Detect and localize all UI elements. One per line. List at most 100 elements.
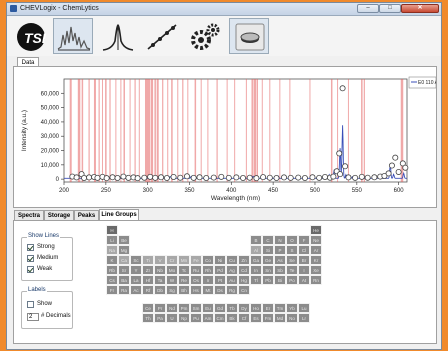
- element-cell-md[interactable]: Md: [274, 313, 286, 323]
- logo-button[interactable]: TSI: [11, 18, 51, 54]
- peak-button[interactable]: [97, 18, 137, 54]
- element-cell-cu[interactable]: Cu: [226, 255, 238, 265]
- element-cell-si[interactable]: Si: [262, 245, 274, 255]
- element-cell-xe[interactable]: Xe: [310, 265, 322, 275]
- element-cell-au[interactable]: Au: [226, 275, 238, 285]
- element-cell-al[interactable]: Al: [250, 245, 262, 255]
- element-cell-br[interactable]: Br: [298, 255, 310, 265]
- tab-line-groups[interactable]: Line Groups: [99, 209, 139, 220]
- element-cell-ca[interactable]: Ca: [118, 255, 130, 265]
- element-cell-f[interactable]: F: [298, 235, 310, 245]
- element-cell-zr[interactable]: Zr: [142, 265, 154, 275]
- element-cell-as[interactable]: As: [274, 255, 286, 265]
- element-cell-am[interactable]: Am: [202, 313, 214, 323]
- minimize-button[interactable]: –: [357, 4, 379, 13]
- maximize-button[interactable]: □: [379, 4, 401, 13]
- element-cell-h[interactable]: H: [106, 225, 118, 235]
- element-cell-sc[interactable]: Sc: [130, 255, 142, 265]
- element-cell-b[interactable]: B: [250, 235, 262, 245]
- element-cell-no[interactable]: No: [286, 313, 298, 323]
- element-cell-fm[interactable]: Fm: [262, 313, 274, 323]
- weak-checkbox[interactable]: [27, 266, 34, 273]
- element-cell-cn[interactable]: Cn: [238, 285, 250, 295]
- element-cell-rn[interactable]: Rn: [310, 275, 322, 285]
- element-cell-i[interactable]: I: [298, 265, 310, 275]
- element-cell-k[interactable]: K: [106, 255, 118, 265]
- element-cell-pr[interactable]: Pr: [154, 303, 166, 313]
- element-cell-ac[interactable]: Ac: [130, 285, 142, 295]
- element-cell-ni[interactable]: Ni: [214, 255, 226, 265]
- element-cell-fr[interactable]: Fr: [106, 285, 118, 295]
- element-cell-rh[interactable]: Rh: [202, 265, 214, 275]
- element-cell-ag[interactable]: Ag: [226, 265, 238, 275]
- settings-button[interactable]: [185, 18, 225, 54]
- element-cell-zn[interactable]: Zn: [238, 255, 250, 265]
- element-cell-rg[interactable]: Rg: [226, 285, 238, 295]
- element-cell-pb[interactable]: Pb: [262, 275, 274, 285]
- element-cell-pd[interactable]: Pd: [214, 265, 226, 275]
- tab-spectra[interactable]: Spectra: [14, 210, 44, 220]
- element-cell-hs[interactable]: Hs: [190, 285, 202, 295]
- element-cell-te[interactable]: Te: [286, 265, 298, 275]
- element-cell-cr[interactable]: Cr: [166, 255, 178, 265]
- sample-button[interactable]: [229, 18, 269, 54]
- element-cell-yb[interactable]: Yb: [286, 303, 298, 313]
- element-cell-cs[interactable]: Cs: [106, 275, 118, 285]
- element-cell-o[interactable]: O: [286, 235, 298, 245]
- title-bar[interactable]: CHEVLogix - ChemLytics – □ ✕: [7, 3, 441, 16]
- element-cell-ir[interactable]: Ir: [202, 275, 214, 285]
- element-cell-ce[interactable]: Ce: [142, 303, 154, 313]
- element-cell-sm[interactable]: Sm: [190, 303, 202, 313]
- element-cell-sn[interactable]: Sn: [262, 265, 274, 275]
- element-cell-tc[interactable]: Tc: [178, 265, 190, 275]
- element-cell-bk[interactable]: Bk: [226, 313, 238, 323]
- element-cell-pm[interactable]: Pm: [178, 303, 190, 313]
- element-cell-dy[interactable]: Dy: [238, 303, 250, 313]
- element-cell-lu[interactable]: Lu: [298, 303, 310, 313]
- element-cell-tb[interactable]: Tb: [226, 303, 238, 313]
- element-cell-he[interactable]: He: [310, 225, 322, 235]
- element-cell-ne[interactable]: Ne: [310, 235, 322, 245]
- element-cell-pa[interactable]: Pa: [154, 313, 166, 323]
- element-cell-lr[interactable]: Lr: [298, 313, 310, 323]
- element-cell-s[interactable]: S: [286, 245, 298, 255]
- element-cell-u[interactable]: U: [166, 313, 178, 323]
- element-cell-fe[interactable]: Fe: [190, 255, 202, 265]
- element-cell-w[interactable]: W: [166, 275, 178, 285]
- element-cell-li[interactable]: Li: [106, 235, 118, 245]
- tab-storage[interactable]: Storage: [44, 210, 74, 220]
- element-cell-eu[interactable]: Eu: [202, 303, 214, 313]
- element-cell-rb[interactable]: Rb: [106, 265, 118, 275]
- element-cell-kr[interactable]: Kr: [310, 255, 322, 265]
- element-cell-db[interactable]: Db: [154, 285, 166, 295]
- element-cell-cl[interactable]: Cl: [298, 245, 310, 255]
- tab-peaks[interactable]: Peaks: [74, 210, 99, 220]
- element-cell-la[interactable]: La: [130, 275, 142, 285]
- element-cell-pt[interactable]: Pt: [214, 275, 226, 285]
- element-cell-hf[interactable]: Hf: [142, 275, 154, 285]
- element-cell-tl[interactable]: Tl: [250, 275, 262, 285]
- element-cell-cf[interactable]: Cf: [238, 313, 250, 323]
- element-cell-ru[interactable]: Ru: [190, 265, 202, 275]
- element-cell-pu[interactable]: Pu: [190, 313, 202, 323]
- element-cell-nd[interactable]: Nd: [166, 303, 178, 313]
- element-cell-co[interactable]: Co: [202, 255, 214, 265]
- element-cell-ho[interactable]: Ho: [250, 303, 262, 313]
- element-cell-se[interactable]: Se: [286, 255, 298, 265]
- element-cell-mo[interactable]: Mo: [166, 265, 178, 275]
- strong-checkbox[interactable]: [27, 244, 34, 251]
- spectrum-button[interactable]: [53, 18, 93, 54]
- element-cell-hg[interactable]: Hg: [238, 275, 250, 285]
- calibration-button[interactable]: [141, 18, 181, 54]
- element-cell-rf[interactable]: Rf: [142, 285, 154, 295]
- element-cell-p[interactable]: P: [274, 245, 286, 255]
- element-cell-es[interactable]: Es: [250, 313, 262, 323]
- element-cell-sb[interactable]: Sb: [274, 265, 286, 275]
- element-cell-n[interactable]: N: [274, 235, 286, 245]
- element-cell-mt[interactable]: Mt: [202, 285, 214, 295]
- close-button[interactable]: ✕: [401, 4, 439, 13]
- element-cell-cm[interactable]: Cm: [214, 313, 226, 323]
- element-cell-na[interactable]: Na: [106, 245, 118, 255]
- element-cell-sg[interactable]: Sg: [166, 285, 178, 295]
- element-cell-os[interactable]: Os: [190, 275, 202, 285]
